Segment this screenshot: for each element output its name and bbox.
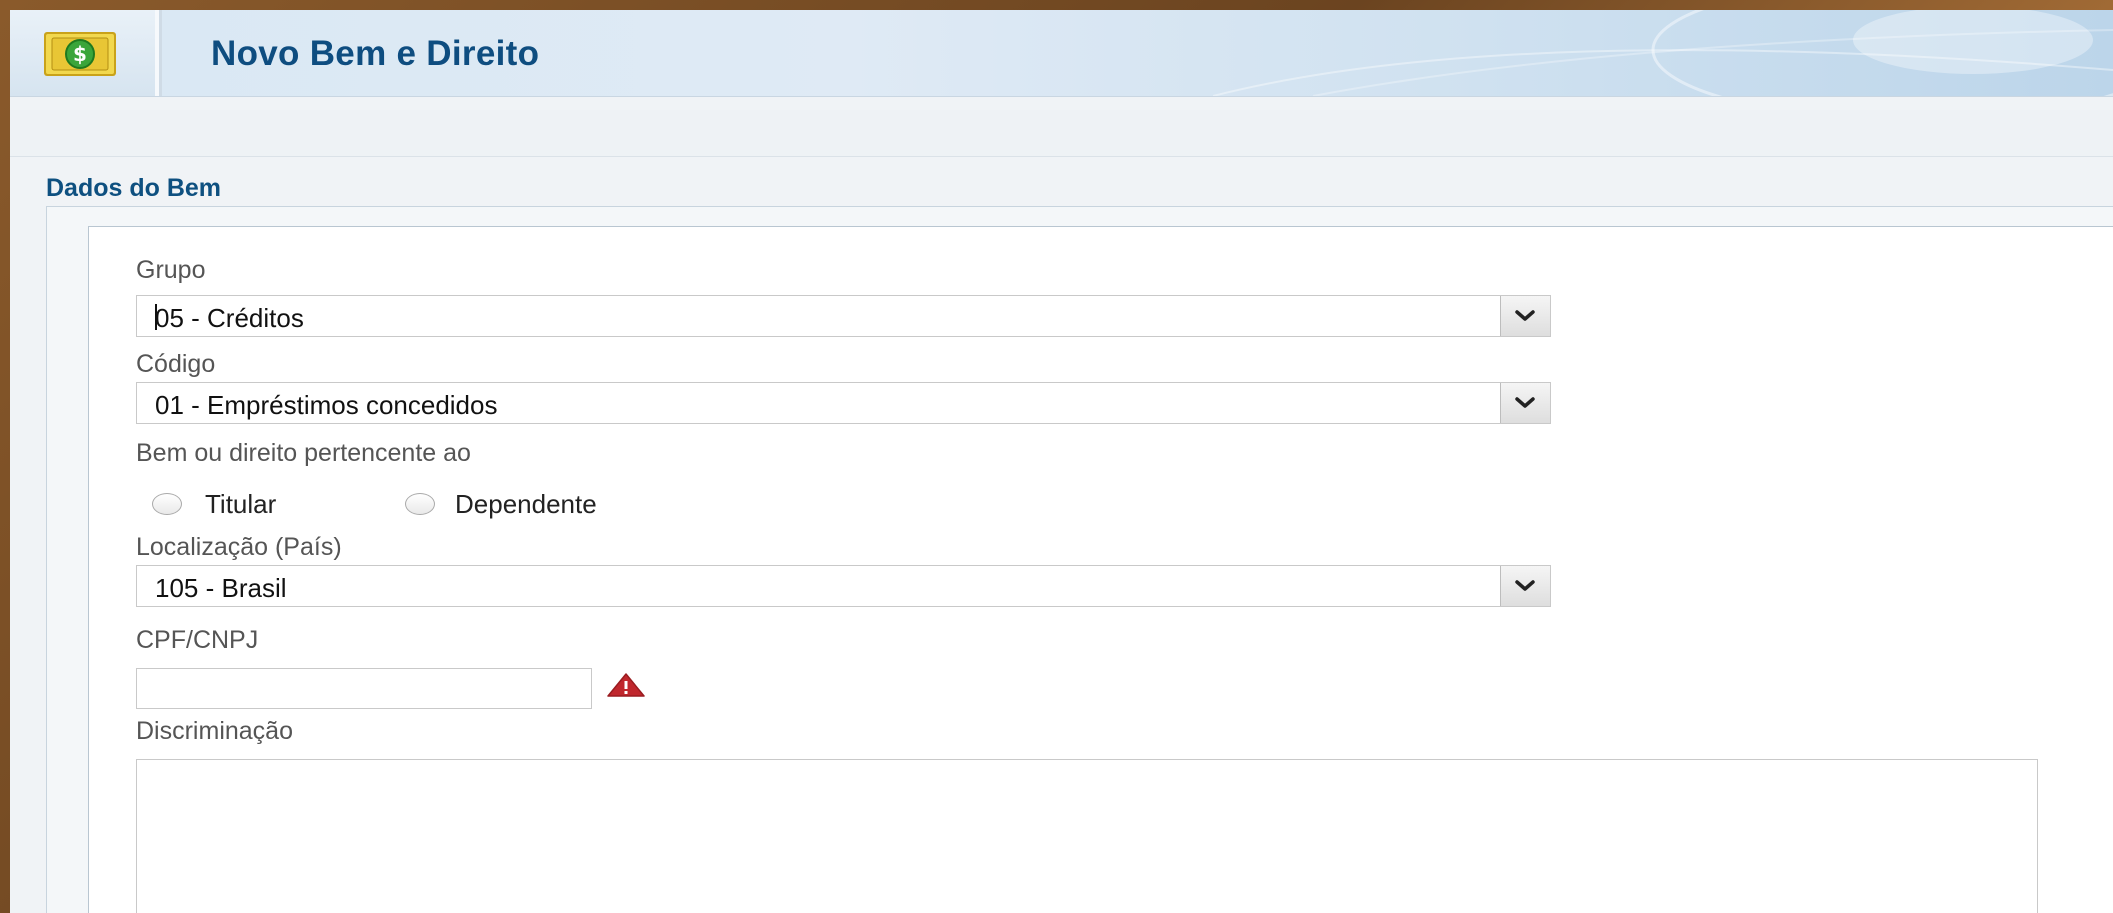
- codigo-value: 01 - Empréstimos concedidos: [155, 390, 498, 420]
- warning-icon[interactable]: [606, 672, 646, 698]
- radio-dependente-label[interactable]: Dependente: [455, 489, 597, 520]
- chevron-down-icon: [1515, 310, 1535, 321]
- cpf-input[interactable]: [136, 668, 592, 709]
- discriminacao-label: Discriminação: [136, 717, 293, 745]
- header-icon-box: $: [10, 10, 159, 96]
- codigo-dropdown-button[interactable]: [1500, 383, 1550, 423]
- pertencente-label: Bem ou direito pertencente ao: [136, 439, 471, 467]
- discriminacao-textarea[interactable]: [136, 759, 2038, 913]
- codigo-select[interactable]: 01 - Empréstimos concedidos: [136, 382, 1551, 424]
- header-decoration: [1213, 10, 2113, 96]
- grupo-dropdown-button[interactable]: [1500, 296, 1550, 336]
- radio-dependente[interactable]: [405, 493, 435, 515]
- localizacao-dropdown-button[interactable]: [1500, 566, 1550, 606]
- header-bar: $ Novo Bem e Direito: [10, 10, 2113, 97]
- localizacao-value: 105 - Brasil: [155, 573, 287, 603]
- grupo-value: 05 - Créditos: [155, 303, 304, 333]
- text-cursor: [155, 304, 157, 330]
- grupo-label: Grupo: [136, 256, 206, 284]
- svg-text:$: $: [73, 42, 87, 66]
- radio-titular[interactable]: [152, 493, 182, 515]
- page-title: Novo Bem e Direito: [211, 34, 540, 73]
- localizacao-select[interactable]: 105 - Brasil: [136, 565, 1551, 607]
- toolbar-strip: [10, 110, 2113, 157]
- localizacao-label: Localização (País): [136, 533, 342, 561]
- radio-titular-label[interactable]: Titular: [205, 489, 276, 520]
- section-title: Dados do Bem: [46, 174, 222, 202]
- chevron-down-icon: [1515, 397, 1535, 408]
- grupo-select[interactable]: 05 - Créditos: [136, 295, 1551, 337]
- codigo-label: Código: [136, 350, 216, 378]
- app-window: $ Novo Bem e Direito Dados do Bem Grupo …: [10, 10, 2113, 913]
- money-icon: $: [44, 32, 116, 76]
- chevron-down-icon: [1515, 580, 1535, 591]
- cpf-label: CPF/CNPJ: [136, 626, 259, 654]
